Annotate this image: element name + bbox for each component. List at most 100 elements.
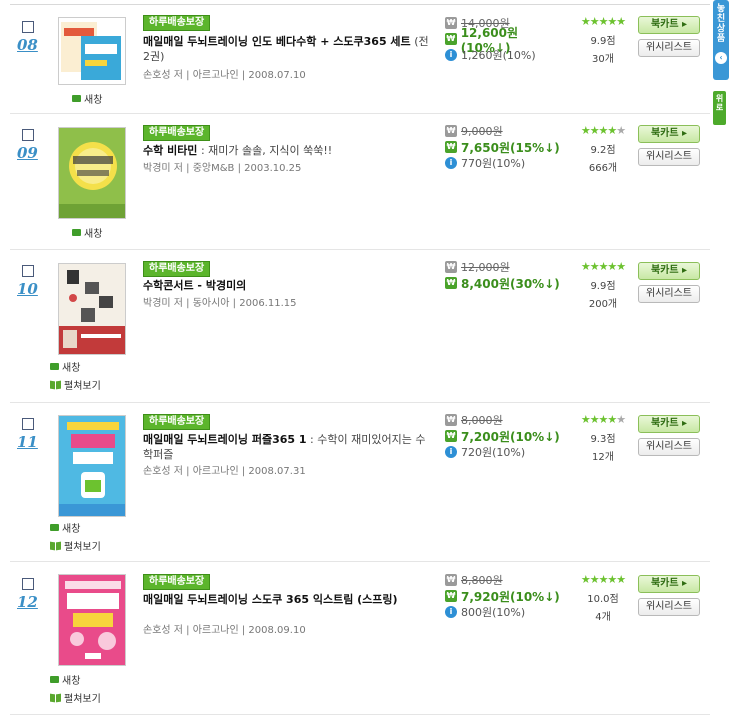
open-book-icon (50, 542, 61, 550)
rating-block: ★★★★★ 9.9점 30개 (573, 15, 633, 65)
add-to-cart-button[interactable]: 북카트 ▸ (638, 575, 700, 593)
new-window-link[interactable]: 새창 (72, 225, 102, 240)
sale-price-icon: ₩ (445, 277, 457, 289)
price-block: ₩8,000원 ₩7,200원(10%↓) i 720원(10%) (445, 412, 565, 460)
cover-image (61, 22, 121, 80)
rating-block: ★★★★★ 9.3점 12개 (573, 413, 633, 463)
book-title[interactable]: 수학콘서트 - 박경미의 (143, 278, 433, 293)
add-to-cart-button[interactable]: 북카트 ▸ (638, 262, 700, 280)
cover-image (59, 422, 125, 516)
delivery-badge: 하루배송보장 (143, 261, 211, 277)
review-count[interactable]: 30개 (573, 50, 633, 65)
points: 720원(10%) (461, 446, 526, 459)
open-book-icon (50, 694, 61, 702)
select-checkbox[interactable] (22, 21, 34, 33)
cover-image (65, 581, 121, 659)
scroll-top-button[interactable]: 위로 (713, 91, 726, 125)
book-cover[interactable] (58, 415, 126, 517)
rating-block: ★★★★★ 9.2점 666개 (573, 124, 633, 174)
new-window-link[interactable]: 새창 (50, 359, 80, 374)
rating-score: 9.2점 (590, 145, 616, 156)
wishlist-button[interactable]: 위시리스트 (638, 39, 700, 57)
list-item: 08 새창 하루배송보장 매일매일 두뇌트레이닝 인도 베다수학 + 스도쿠36… (10, 4, 710, 114)
rank-number[interactable]: 09 (17, 144, 49, 162)
cover-image (59, 270, 125, 354)
new-window-icon (72, 95, 81, 102)
book-meta: 박경미 저 | 중앙M&B | 2003.10.25 (143, 163, 302, 174)
book-title[interactable]: 매일매일 두뇌트레이닝 퍼즐365 1 : 수학이 재미있어지는 수학퍼즐 (143, 432, 433, 462)
wishlist-button[interactable]: 위시리스트 (638, 148, 700, 166)
select-checkbox[interactable] (22, 418, 34, 430)
book-meta: 손호성 저 | 아르고나인 | 2008.07.31 (143, 466, 306, 477)
rating-score: 9.9점 (590, 281, 616, 292)
list-price-icon: ₩ (445, 414, 457, 426)
book-cover[interactable] (58, 263, 126, 355)
select-checkbox[interactable] (22, 129, 34, 141)
book-cover[interactable] (58, 127, 126, 219)
points: 800원(10%) (461, 606, 526, 619)
list-item: 09 새창 하루배송보장 수학 비타민 : 재미가 솔솔, 지식이 쑥쑥!! 박… (10, 115, 710, 250)
new-window-icon (50, 363, 59, 370)
list-item: 10 새창 펼쳐보기 하루배송보장 수학콘서트 - 박경미의 박경미 저 | 동… (10, 251, 710, 403)
book-meta: 손호성 저 | 아르고나인 | 2008.07.10 (143, 70, 306, 81)
chevron-left-icon[interactable]: ‹ (715, 52, 727, 64)
list-price: 12,000원 (461, 261, 510, 274)
rating-block: ★★★★★ 10.0점 4개 (573, 573, 633, 623)
delivery-badge: 하루배송보장 (143, 125, 211, 141)
new-window-icon (50, 524, 59, 531)
new-window-link[interactable]: 새창 (50, 672, 80, 687)
sale-price: 7,920원(10%↓) (461, 589, 560, 604)
wishlist-button[interactable]: 위시리스트 (638, 598, 700, 616)
points-icon: i (445, 49, 457, 61)
recent-items-rail[interactable]: 놓친 상품 ‹ (713, 0, 729, 80)
action-buttons: 북카트 ▸ 위시리스트 (638, 575, 702, 621)
review-count[interactable]: 200개 (573, 295, 633, 310)
book-meta: 박경미 저 | 동아시아 | 2006.11.15 (143, 298, 297, 309)
list-price-icon: ₩ (445, 125, 457, 137)
star-rating: ★★★★★ (580, 124, 626, 137)
rank-number[interactable]: 10 (17, 280, 49, 298)
list-price-icon: ₩ (445, 261, 457, 273)
new-window-icon (50, 676, 59, 683)
select-checkbox[interactable] (22, 265, 34, 277)
sale-price: 7,650원(15%↓) (461, 140, 560, 155)
preview-link[interactable]: 펼쳐보기 (50, 538, 101, 553)
review-count[interactable]: 12개 (573, 448, 633, 463)
book-cover[interactable] (58, 17, 126, 85)
price-block: ₩12,000원 ₩8,400원(30%↓) (445, 259, 565, 291)
book-meta: 손호성 저 | 아르고나인 | 2008.09.10 (143, 625, 306, 636)
add-to-cart-button[interactable]: 북카트 ▸ (638, 125, 700, 143)
sale-price-icon: ₩ (445, 33, 457, 45)
price-block: ₩14,000원 ₩12,600원(10%↓) i 1,260원(10%) (445, 15, 565, 63)
new-window-link[interactable]: 새창 (50, 520, 80, 535)
add-to-cart-button[interactable]: 북카트 ▸ (638, 16, 700, 34)
review-count[interactable]: 4개 (573, 608, 633, 623)
new-window-link[interactable]: 새창 (72, 91, 102, 106)
book-title[interactable]: 수학 비타민 : 재미가 솔솔, 지식이 쑥쑥!! (143, 143, 433, 158)
action-buttons: 북카트 ▸ 위시리스트 (638, 262, 702, 308)
wishlist-button[interactable]: 위시리스트 (638, 438, 700, 456)
points: 770원(10%) (461, 157, 526, 170)
wishlist-button[interactable]: 위시리스트 (638, 285, 700, 303)
action-buttons: 북카트 ▸ 위시리스트 (638, 16, 702, 62)
rank-number[interactable]: 11 (17, 433, 49, 451)
star-rating: ★★★★★ (580, 573, 626, 586)
book-title[interactable]: 매일매일 두뇌트레이닝 스도쿠 365 익스트림 (스프링) (143, 592, 433, 607)
select-checkbox[interactable] (22, 578, 34, 590)
list-price: 9,000원 (461, 125, 503, 138)
rank-number[interactable]: 12 (17, 593, 49, 611)
book-cover[interactable] (58, 574, 126, 666)
rank-number[interactable]: 08 (17, 36, 49, 54)
book-title[interactable]: 매일매일 두뇌트레이닝 인도 베다수학 + 스도쿠365 세트 (전2권) (143, 34, 433, 64)
sale-price-icon: ₩ (445, 141, 457, 153)
price-block: ₩8,800원 ₩7,920원(10%↓) i 800원(10%) (445, 572, 565, 620)
delivery-badge: 하루배송보장 (143, 15, 211, 31)
preview-link[interactable]: 펼쳐보기 (50, 690, 101, 705)
action-buttons: 북카트 ▸ 위시리스트 (638, 125, 702, 171)
list-item: 11 새창 펼쳐보기 하루배송보장 매일매일 두뇌트레이닝 퍼즐365 1 : … (10, 404, 710, 562)
preview-link[interactable]: 펼쳐보기 (50, 377, 101, 392)
review-count[interactable]: 666개 (573, 159, 633, 174)
points-icon: i (445, 446, 457, 458)
add-to-cart-button[interactable]: 북카트 ▸ (638, 415, 700, 433)
list-price-icon: ₩ (445, 17, 457, 29)
